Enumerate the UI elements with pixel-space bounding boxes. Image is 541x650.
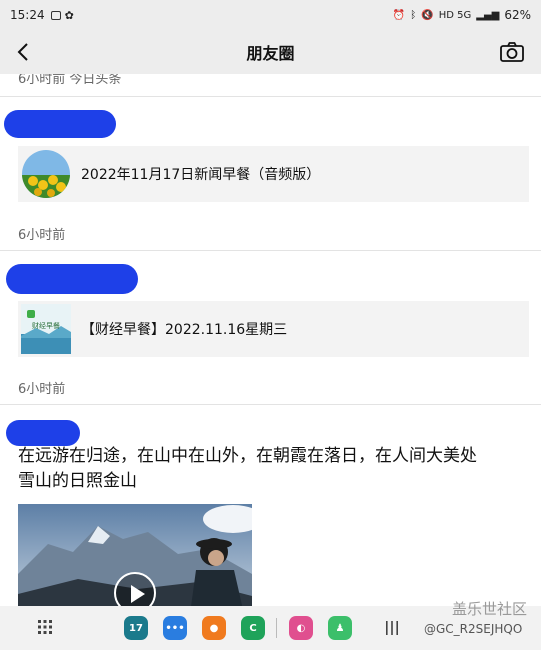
camera-icon[interactable] (499, 40, 525, 64)
thumb-label: 财经早餐 (32, 322, 60, 330)
apps-grid-icon[interactable] (38, 620, 52, 634)
back-arrow-icon[interactable] (12, 40, 36, 64)
video-thumbnail[interactable] (18, 504, 252, 606)
link-title: 【财经早餐】2022.11.16星期三 (81, 322, 288, 338)
post-text-line: 雪山的日照金山 (18, 471, 137, 491)
moments-feed[interactable]: 6小时前 今日头条 2022年11月17日新闻早餐（音频版） 6小时前 财经早餐… (0, 74, 541, 606)
notification-icons: ✿ (50, 8, 74, 22)
redacted-username[interactable] (6, 264, 138, 294)
link-title: 2022年11月17日新闻早餐（音频版） (81, 167, 321, 183)
post-divider (0, 250, 541, 251)
bluetooth-icon: ᛒ (410, 9, 417, 21)
status-bar: 15:24 ✿ ⏰ ᛒ 🔇 HD 5G ▂▄▆ 62% (0, 0, 541, 30)
play-icon[interactable] (114, 572, 156, 606)
redacted-username[interactable] (6, 420, 80, 446)
post-divider (0, 96, 541, 97)
post-text: 在远游在归途，在山中在山外，在朝霞在落日，在人间大美处 雪山的日照金山 (18, 444, 528, 494)
page-title: 朋友圈 (246, 44, 295, 63)
phone-app-icon[interactable]: C (241, 616, 265, 640)
partial-post-meta: 6小时前 今日头条 (18, 74, 122, 87)
calendar-app-icon[interactable]: 17 (124, 616, 148, 640)
mute-icon: 🔇 (421, 9, 434, 21)
image-notification-icon (50, 10, 61, 20)
signal-icon: ▂▄▆ (476, 9, 500, 21)
shared-link-card[interactable]: 财经早餐 【财经早餐】2022.11.16星期三 (18, 301, 529, 357)
shared-link-card[interactable]: 2022年11月17日新闻早餐（音频版） (18, 146, 529, 202)
post-time: 6小时前 (18, 228, 66, 243)
system-nav-bar: 17 ••• ● C ◐ ♟ 盖乐世社区 @GC_R2SEJHQO (0, 600, 541, 650)
title-bar: 朋友圈 (0, 30, 541, 74)
status-time: 15:24 (10, 8, 45, 22)
messages-app-icon[interactable]: ••• (163, 616, 187, 640)
alarm-icon: ⏰ (392, 9, 406, 21)
calendar-date: 17 (129, 622, 143, 634)
redacted-username[interactable] (4, 110, 116, 138)
wechat-notification-icon: ✿ (64, 8, 74, 22)
network-label: HD 5G (438, 9, 472, 21)
battery-level: 62% (504, 8, 531, 22)
watermark-community: 盖乐世社区 (452, 600, 528, 618)
contacts-app-icon[interactable]: ● (202, 616, 226, 640)
gallery-app-icon[interactable]: ◐ (289, 616, 313, 640)
post-text-line: 在远游在归途，在山中在山外，在朝霞在落日，在人间大美处 (18, 446, 477, 466)
recents-icon[interactable] (384, 620, 400, 636)
post-time: 6小时前 (18, 382, 66, 397)
status-right: ⏰ ᛒ 🔇 HD 5G ▂▄▆ 62% (393, 8, 531, 22)
dock-divider (276, 618, 277, 638)
watermark-user: @GC_R2SEJHQO (424, 622, 523, 636)
post-divider (0, 404, 541, 405)
store-app-icon[interactable]: ♟ (328, 616, 352, 640)
link-thumbnail (22, 150, 70, 198)
